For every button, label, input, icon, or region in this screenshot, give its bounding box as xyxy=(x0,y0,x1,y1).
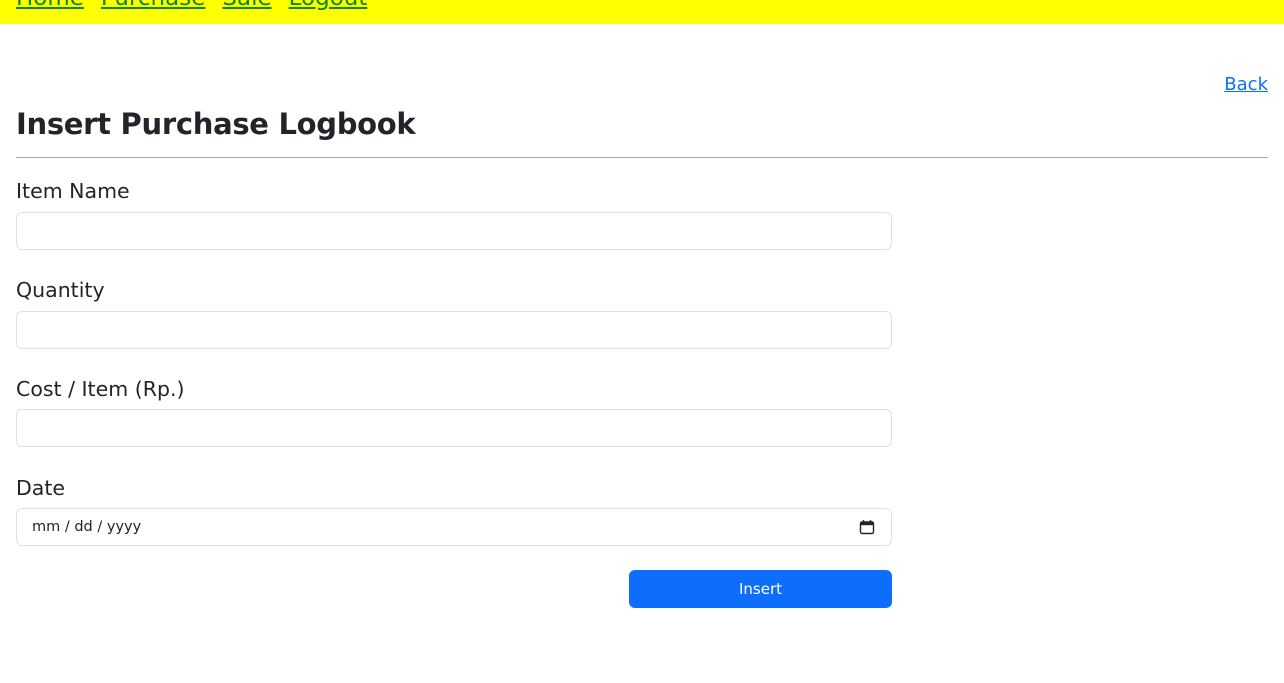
nav-link-logout[interactable]: Logout xyxy=(289,0,368,12)
cost-input[interactable] xyxy=(16,409,892,447)
nav-link-home[interactable]: Home xyxy=(16,0,84,12)
insert-button[interactable]: Insert xyxy=(629,570,892,608)
cost-label: Cost / Item (Rp.) xyxy=(16,377,185,401)
item-name-input[interactable] xyxy=(16,212,892,250)
item-name-label: Item Name xyxy=(16,179,130,203)
page-title: Insert Purchase Logbook xyxy=(16,107,416,141)
nav-link-sale[interactable]: Sale xyxy=(222,0,271,12)
back-link[interactable]: Back xyxy=(1224,73,1268,97)
quantity-label: Quantity xyxy=(16,278,105,302)
nav-link-purchase[interactable]: Purchase xyxy=(101,0,205,12)
date-placeholder: mm / dd / yyyy xyxy=(32,519,142,535)
title-divider xyxy=(16,157,1268,158)
date-input[interactable]: mm / dd / yyyy xyxy=(16,508,892,546)
nav-links: Home Purchase Sale Logout xyxy=(16,0,367,12)
date-label: Date xyxy=(16,476,65,500)
quantity-input[interactable] xyxy=(16,311,892,349)
top-navbar: Home Purchase Sale Logout xyxy=(0,0,1284,24)
calendar-icon[interactable] xyxy=(859,519,875,535)
